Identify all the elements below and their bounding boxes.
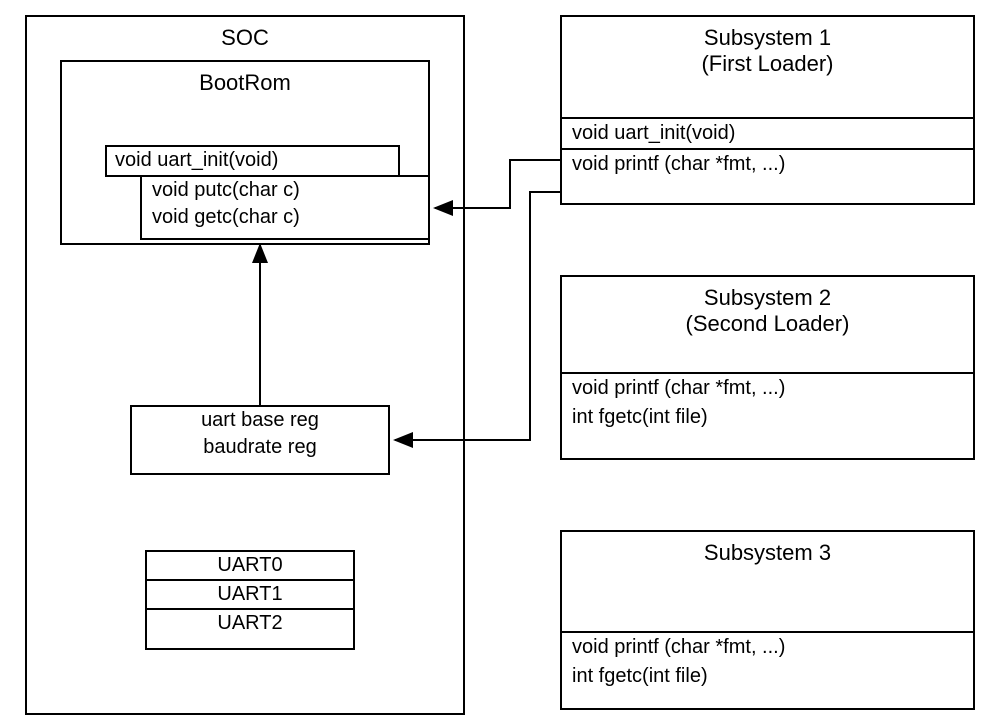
uart1-label: UART1 — [147, 581, 353, 610]
subsystem1-box: Subsystem 1 (First Loader) void uart_ini… — [560, 15, 975, 205]
subsystem3-func1: void printf (char *fmt, ...) — [562, 631, 973, 662]
subsystem1-func1: void uart_init(void) — [562, 117, 973, 148]
soc-title: SOC — [27, 17, 463, 59]
subsystem2-func1: void printf (char *fmt, ...) — [562, 372, 973, 403]
diagram-container: SOC BootRom void uart_init(void) void pu… — [0, 0, 1000, 726]
subsystem1-func2: void printf (char *fmt, ...) — [562, 148, 973, 179]
subsystem2-title2: (Second Loader) — [562, 311, 973, 372]
uarts-box: UART0 UART1 UART2 — [145, 550, 355, 650]
subsystem1-title1: Subsystem 1 — [562, 17, 973, 51]
subsystem3-func2: int fgetc(int file) — [562, 662, 973, 691]
getc-label: void getc(char c) — [142, 204, 428, 231]
subsystem1-title2: (First Loader) — [562, 51, 973, 117]
baudrate-reg-label: baudrate reg — [132, 434, 388, 461]
uart2-label: UART2 — [147, 610, 353, 637]
uart-init-label: void uart_init(void) — [115, 149, 278, 171]
regs-box: uart base reg baudrate reg — [130, 405, 390, 475]
subsystem2-title1: Subsystem 2 — [562, 277, 973, 311]
bootrom-title: BootRom — [62, 62, 428, 104]
putc-label: void putc(char c) — [142, 177, 428, 204]
subsystem3-title: Subsystem 3 — [562, 532, 973, 631]
uart-init-box: void uart_init(void) — [105, 145, 400, 177]
subsystem3-box: Subsystem 3 void printf (char *fmt, ...)… — [560, 530, 975, 710]
subsystem2-func2: int fgetc(int file) — [562, 403, 973, 432]
subsystem2-box: Subsystem 2 (Second Loader) void printf … — [560, 275, 975, 460]
uart0-label: UART0 — [147, 552, 353, 581]
uart-base-reg-label: uart base reg — [132, 407, 388, 434]
putc-getc-box: void putc(char c) void getc(char c) — [140, 175, 430, 240]
